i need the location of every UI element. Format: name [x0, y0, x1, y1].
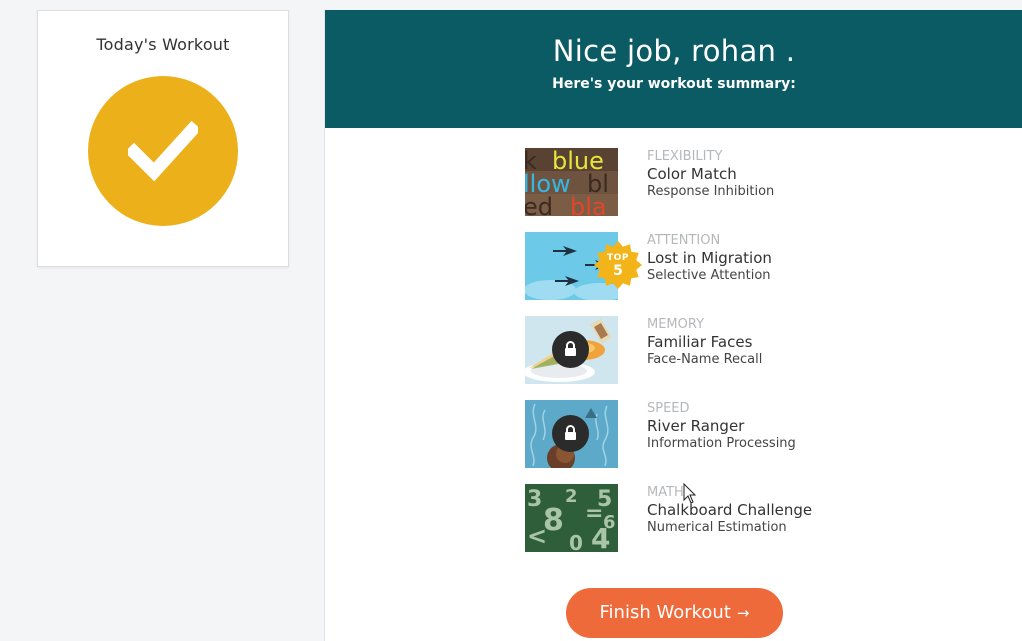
game-category: FLEXIBILITY	[647, 149, 723, 164]
mouse-cursor-icon	[683, 483, 697, 504]
game-name: River Ranger	[647, 417, 745, 435]
game-skill: Response Inhibition	[647, 184, 775, 199]
game-skill: Selective Attention	[647, 268, 771, 283]
thumb-word: ed	[525, 193, 553, 216]
game-category: ATTENTION	[647, 233, 721, 248]
thumb-digit: 2	[565, 486, 578, 507]
thumb-digit: <	[527, 522, 547, 550]
game-category: MATH	[647, 485, 684, 500]
top-5-badge: TOP 5	[594, 241, 642, 289]
page-title: Nice job, rohan .	[552, 34, 796, 68]
lock-badge	[552, 331, 589, 368]
thumb-digit: 5	[597, 487, 612, 512]
game-name: Lost in Migration	[647, 249, 772, 267]
game-name: Color Match	[647, 165, 737, 183]
thumb-digit: 0	[569, 531, 583, 552]
game-name: Familiar Faces	[647, 333, 753, 351]
color-match-thumbnail: k blue llow bl ed bla	[525, 148, 618, 216]
badge-value: 5	[613, 263, 623, 279]
game-skill: Numerical Estimation	[647, 520, 787, 535]
thumb-digit: 3	[527, 487, 542, 512]
thumb-digit: 6	[603, 512, 616, 533]
game-name: Chalkboard Challenge	[647, 501, 813, 519]
game-category: SPEED	[647, 401, 690, 416]
badge-label: TOP	[607, 253, 629, 263]
lock-icon	[565, 341, 576, 356]
check-icon	[128, 120, 198, 182]
summary-header: Nice job, rohan . Here's your workout su…	[325, 10, 1022, 128]
todays-workout-card: Today's Workout	[37, 10, 289, 267]
game-category: MEMORY	[647, 317, 705, 332]
workout-complete-badge	[88, 76, 238, 226]
todays-workout-title: Today's Workout	[96, 35, 230, 54]
lock-badge	[552, 415, 589, 452]
thumb-word: bla	[570, 193, 607, 216]
lock-icon	[565, 425, 576, 440]
arrow-right-icon: →	[736, 604, 750, 622]
workout-summary-panel: Nice job, rohan . Here's your workout su…	[324, 10, 1022, 641]
game-skill: Face-Name Recall	[647, 352, 763, 367]
game-skill: Information Processing	[647, 436, 796, 451]
finish-workout-label: Finish Workout	[599, 602, 731, 623]
chalkboard-challenge-thumbnail: 3 2 8 = 5 < 4 0 6	[525, 484, 618, 552]
page-subtitle: Here's your workout summary:	[552, 76, 796, 92]
finish-workout-button[interactable]: Finish Workout →	[566, 588, 783, 638]
